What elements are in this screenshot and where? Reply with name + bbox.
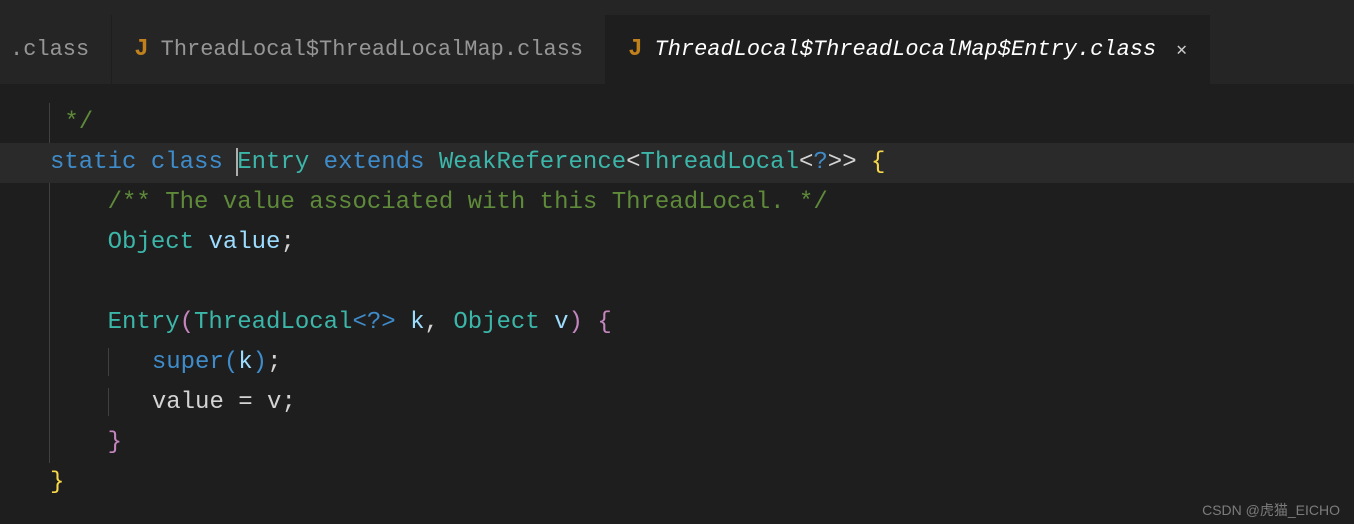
variable-token: value bbox=[208, 229, 280, 256]
angle-token: < bbox=[799, 149, 813, 176]
angle-token: < bbox=[352, 309, 366, 336]
type-token: ThreadLocal bbox=[194, 309, 352, 336]
java-file-icon: J bbox=[134, 36, 148, 63]
tab-label: .class bbox=[10, 37, 89, 62]
comma-token: , bbox=[425, 309, 454, 336]
angle-token: > bbox=[381, 309, 395, 336]
code-line: } bbox=[0, 463, 1354, 503]
code-line: } bbox=[0, 423, 1354, 463]
comment-token: */ bbox=[64, 109, 93, 136]
keyword-token: super bbox=[152, 349, 224, 376]
param-token: k bbox=[396, 309, 425, 336]
brace-token: { bbox=[583, 309, 612, 336]
statement-token: value = v; bbox=[152, 389, 296, 416]
constructor-token: Entry bbox=[108, 309, 180, 336]
type-token: Object bbox=[453, 309, 539, 336]
keyword-token: class bbox=[151, 149, 223, 176]
brace-token: } bbox=[50, 469, 64, 496]
java-file-icon: J bbox=[628, 36, 642, 63]
code-editor[interactable]: */ static class Entry extends WeakRefere… bbox=[0, 85, 1354, 503]
close-icon[interactable]: ✕ bbox=[1176, 39, 1187, 61]
paren-token: ( bbox=[180, 309, 194, 336]
paren-token: ) bbox=[569, 309, 583, 336]
semicolon-token: ; bbox=[280, 229, 294, 256]
tab-threadlocalmap[interactable]: J ThreadLocal$ThreadLocalMap.class bbox=[112, 15, 606, 84]
tab-label: ThreadLocal$ThreadLocalMap.class bbox=[161, 37, 583, 62]
paren-token: ( bbox=[224, 349, 238, 376]
tab-partial-class[interactable]: .class bbox=[0, 15, 112, 84]
brace-token: } bbox=[108, 429, 122, 456]
code-line: */ bbox=[0, 103, 1354, 143]
semicolon-token: ; bbox=[267, 349, 281, 376]
wildcard-token: ? bbox=[367, 309, 381, 336]
title-bar-strip bbox=[0, 0, 1354, 15]
keyword-token: static bbox=[50, 149, 136, 176]
wildcard-token: ? bbox=[813, 149, 827, 176]
type-token: Object bbox=[108, 229, 194, 256]
param-token: v bbox=[540, 309, 569, 336]
code-line: Object value; bbox=[0, 223, 1354, 263]
type-token: WeakReference bbox=[439, 149, 626, 176]
keyword-token: extends bbox=[324, 149, 425, 176]
code-line bbox=[0, 263, 1354, 303]
param-token: k bbox=[238, 349, 252, 376]
tab-entry-active[interactable]: J ThreadLocal$ThreadLocalMap$Entry.class… bbox=[606, 15, 1210, 84]
code-line: super(k); bbox=[0, 343, 1354, 383]
brace-token: { bbox=[857, 149, 886, 176]
angle-token: >> bbox=[828, 149, 857, 176]
comment-token: /** The value associated with this Threa… bbox=[108, 189, 828, 216]
angle-token: < bbox=[626, 149, 640, 176]
code-line: value = v; bbox=[0, 383, 1354, 423]
watermark-text: CSDN @虎猫_EICHO bbox=[1202, 500, 1340, 520]
code-line: Entry(ThreadLocal<?> k, Object v) { bbox=[0, 303, 1354, 343]
tab-label: ThreadLocal$ThreadLocalMap$Entry.class bbox=[655, 37, 1157, 62]
type-token: ThreadLocal bbox=[641, 149, 799, 176]
paren-token: ) bbox=[253, 349, 267, 376]
type-token: Entry bbox=[237, 149, 309, 176]
code-line: /** The value associated with this Threa… bbox=[0, 183, 1354, 223]
tab-bar: .class J ThreadLocal$ThreadLocalMap.clas… bbox=[0, 15, 1354, 85]
code-line: static class Entry extends WeakReference… bbox=[0, 143, 1354, 183]
